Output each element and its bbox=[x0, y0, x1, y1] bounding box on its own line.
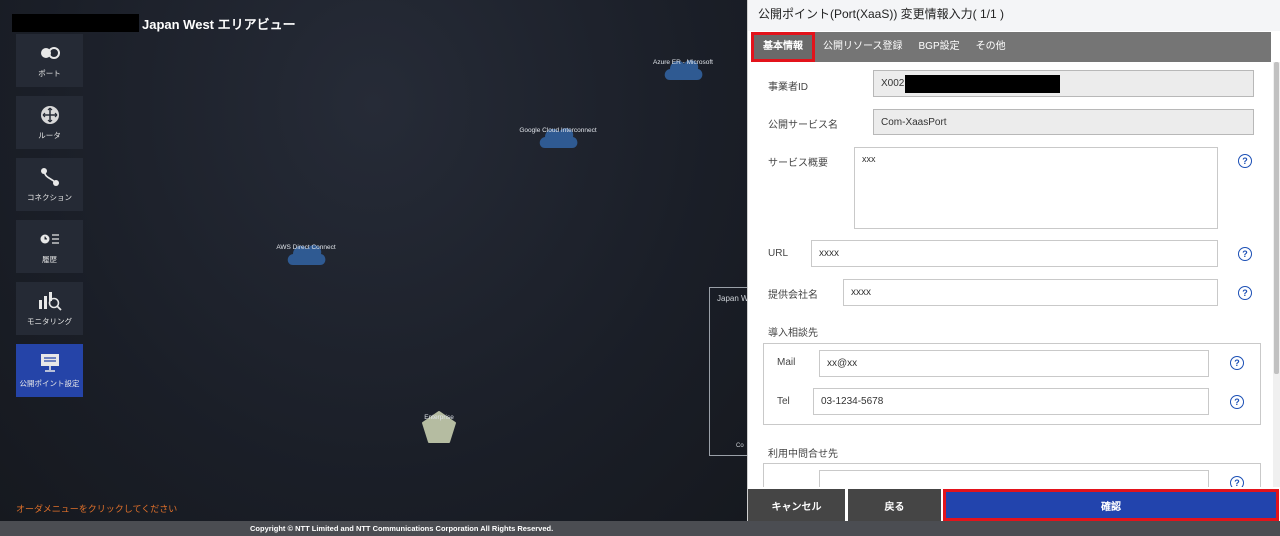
cloud-node[interactable]: Google Cloud Interconnect bbox=[519, 123, 597, 149]
cloud-node[interactable]: AWS Direct Connect bbox=[276, 240, 336, 266]
service-summary-textarea[interactable]: xxx bbox=[854, 147, 1218, 229]
url-input[interactable]: xxxx bbox=[811, 240, 1218, 267]
panel-title: 公開ポイント(Port(XaaS)) 変更情報入力( 1/1 ) bbox=[748, 0, 1280, 31]
enterprise-label: Enterprise bbox=[424, 414, 454, 421]
usage-contact-label: 利用中問合せ先 bbox=[768, 449, 838, 460]
tab-bar: 基本情報 公開リソース登録 BGP設定 その他 bbox=[751, 32, 1271, 62]
cloud-label: Azure ER - Microsoft bbox=[653, 59, 713, 66]
cancel-button[interactable]: キャンセル bbox=[748, 489, 845, 521]
tab-other[interactable]: その他 bbox=[968, 32, 1014, 62]
order-hint: オーダメニューをクリックしてください bbox=[16, 504, 178, 514]
enterprise-node[interactable]: Enterprise bbox=[421, 410, 457, 444]
sidebar-item-router[interactable]: ルータ bbox=[16, 96, 83, 149]
service-summary-label: サービス概要 bbox=[768, 158, 828, 169]
monitoring-icon bbox=[38, 290, 62, 312]
cloud-label: AWS Direct Connect bbox=[276, 244, 336, 251]
sidebar-item-connection[interactable]: コネクション bbox=[16, 158, 83, 211]
tel-input[interactable]: 03-1234-5678 bbox=[813, 388, 1209, 415]
page-title: Japan West エリアビュー bbox=[142, 17, 296, 32]
port-icon bbox=[39, 42, 61, 64]
sidebar-item-monitoring[interactable]: モニタリング bbox=[16, 282, 83, 335]
sidebar-item-public-point[interactable]: 公開ポイント設定 bbox=[16, 344, 83, 397]
sidebar-item-label: ポート bbox=[38, 69, 61, 78]
tab-public-resource[interactable]: 公開リソース登録 bbox=[815, 32, 911, 62]
edit-panel: 公開ポイント(Port(XaaS)) 変更情報入力( 1/1 ) 基本情報 公開… bbox=[747, 0, 1280, 521]
operator-id-label: 事業者ID bbox=[768, 82, 808, 93]
operator-id-value: X002 bbox=[881, 78, 905, 89]
help-icon[interactable]: ? bbox=[1238, 247, 1252, 261]
help-icon[interactable]: ? bbox=[1230, 356, 1244, 370]
sidebar: ポート ルータ コネクション 履歴 モニタリング 公開ポイント設定 bbox=[16, 34, 83, 406]
help-icon[interactable]: ? bbox=[1238, 286, 1252, 300]
sidebar-item-label: ルータ bbox=[38, 131, 61, 140]
scrollbar-thumb[interactable] bbox=[1274, 62, 1279, 374]
button-bar: キャンセル 戻る 確認 bbox=[748, 487, 1280, 521]
mail-input[interactable]: xx@xx bbox=[819, 350, 1209, 377]
sidebar-item-label: 履歴 bbox=[42, 255, 57, 264]
operator-id-field: X002 bbox=[873, 70, 1254, 97]
sidebar-item-history[interactable]: 履歴 bbox=[16, 220, 83, 273]
back-button[interactable]: 戻る bbox=[848, 489, 941, 521]
cloud-label: Google Cloud Interconnect bbox=[519, 127, 597, 134]
help-icon[interactable]: ? bbox=[1230, 395, 1244, 409]
help-icon[interactable]: ? bbox=[1230, 476, 1244, 487]
japan-area-sublabel: Co bbox=[736, 443, 744, 449]
connection-icon bbox=[40, 166, 60, 188]
service-name-label: 公開サービス名 bbox=[768, 120, 838, 131]
redacted-block bbox=[905, 74, 1061, 93]
footer: Copyright © NTT Limited and NTT Communic… bbox=[0, 521, 1280, 536]
japan-area-label: Japan W bbox=[717, 294, 749, 303]
company-input[interactable]: xxxx bbox=[843, 279, 1218, 306]
usage-contact-input[interactable] bbox=[819, 470, 1209, 487]
sidebar-item-label: コネクション bbox=[27, 193, 72, 202]
tab-bgp-settings[interactable]: BGP設定 bbox=[911, 32, 968, 62]
url-label: URL bbox=[768, 248, 789, 259]
intro-contact-label: 導入相談先 bbox=[768, 328, 818, 339]
copyright: Copyright © NTT Limited and NTT Communic… bbox=[250, 524, 554, 533]
company-label: 提供会社名 bbox=[768, 290, 818, 301]
tel-label: Tel bbox=[777, 396, 790, 407]
intro-contact-group: Mail xx@xx ? Tel 03-1234-5678 ? bbox=[763, 343, 1261, 425]
form-area: 事業者ID X002 公開サービス名 Com-XaasPort サービス概要 x… bbox=[748, 62, 1274, 487]
tab-basic-info[interactable]: 基本情報 bbox=[751, 32, 815, 62]
history-icon bbox=[40, 228, 60, 250]
service-name-field: Com-XaasPort bbox=[873, 109, 1254, 135]
confirm-button[interactable]: 確認 bbox=[943, 489, 1279, 521]
scrollbar[interactable] bbox=[1273, 62, 1280, 487]
sidebar-item-label: モニタリング bbox=[27, 317, 72, 326]
cloud-node[interactable]: Azure ER - Microsoft bbox=[653, 55, 713, 81]
mail-label: Mail bbox=[777, 357, 796, 368]
usage-contact-group: ? bbox=[763, 463, 1261, 487]
area-map[interactable]: Japan West エリアビュー ポート ルータ コネクション 履歴 モニタリ… bbox=[0, 0, 753, 521]
sidebar-item-label: 公開ポイント設定 bbox=[19, 379, 80, 388]
public-point-icon bbox=[39, 352, 61, 374]
help-icon[interactable]: ? bbox=[1238, 154, 1252, 168]
redacted-block bbox=[12, 14, 139, 32]
router-icon bbox=[40, 104, 60, 126]
sidebar-item-port[interactable]: ポート bbox=[16, 34, 83, 87]
